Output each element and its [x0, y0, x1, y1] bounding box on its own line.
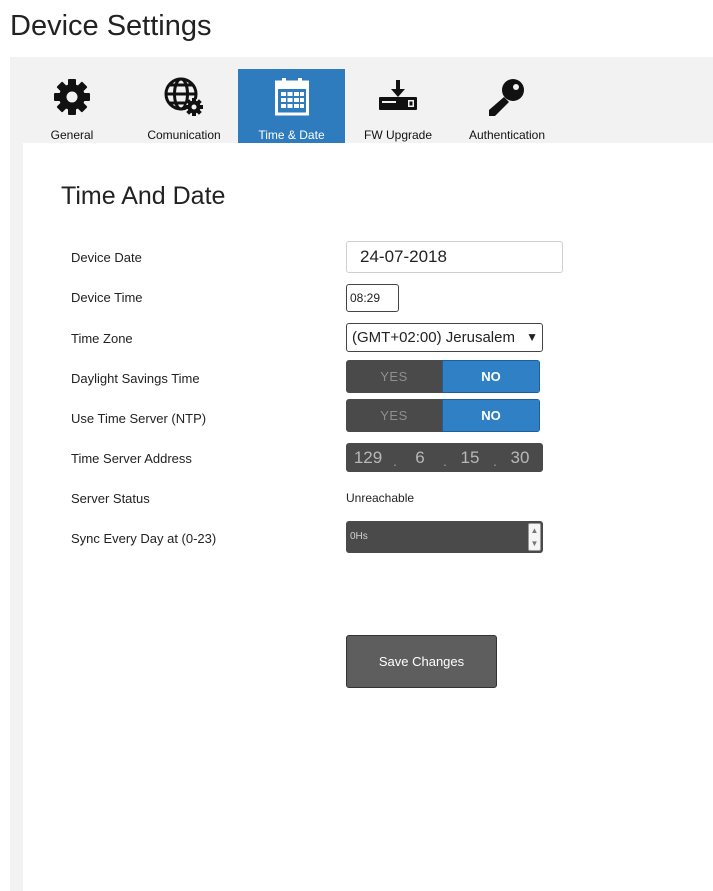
ip-octet[interactable]: 30 [500, 448, 540, 468]
settings-panel: General Comunication Time & Date FW Upgr… [10, 57, 713, 891]
dst-toggle[interactable]: YES NO [346, 360, 540, 393]
time-zone-select[interactable]: (GMT+02:00) Jerusalem ▼ [346, 323, 543, 352]
page-title: Device Settings [10, 10, 212, 42]
time-date-form: Time And Date Device Date Device Time Ti… [23, 143, 713, 891]
tab-label: Comunication [147, 128, 221, 142]
calendar-icon [270, 75, 314, 119]
globe-gear-icon [162, 75, 206, 119]
time-zone-value: (GMT+02:00) Jerusalem [352, 329, 515, 346]
server-status-label: Server Status [71, 491, 150, 506]
key-icon [485, 75, 529, 119]
device-time-input[interactable] [346, 284, 399, 312]
ntp-yes-option[interactable]: YES [346, 399, 442, 432]
tab-label: FW Upgrade [363, 128, 433, 142]
dst-yes-option[interactable]: YES [346, 360, 442, 393]
tab-time-date[interactable]: Time & Date [238, 69, 345, 143]
sync-hour-stepper[interactable]: 0Hs ▲ ▼ [346, 521, 543, 553]
save-changes-button[interactable]: Save Changes [346, 635, 497, 688]
ip-octet[interactable]: 6 [400, 448, 440, 468]
server-address-input[interactable]: 129 . 6 . 15 . 30 [346, 443, 543, 472]
ip-separator: . [493, 452, 497, 469]
tab-fw-upgrade[interactable]: FW Upgrade [352, 69, 444, 143]
tab-label: Authentication [468, 128, 546, 142]
tab-label: Time & Date [258, 128, 325, 142]
sync-hour-value: 0Hs [350, 531, 368, 542]
dst-label: Daylight Savings Time [71, 371, 200, 386]
tab-label: General [50, 128, 94, 142]
device-time-label: Device Time [71, 290, 143, 305]
sync-hour-label: Sync Every Day at (0-23) [71, 531, 217, 546]
stepper-control[interactable]: ▲ ▼ [528, 523, 541, 551]
ntp-no-option[interactable]: NO [442, 399, 540, 432]
tab-general[interactable]: General [39, 69, 105, 143]
server-status-value: Unreachable [346, 491, 415, 505]
server-address-label: Time Server Address [71, 451, 192, 466]
ntp-toggle[interactable]: YES NO [346, 399, 540, 432]
tab-communication[interactable]: Comunication [138, 69, 230, 143]
ip-octet[interactable]: 15 [450, 448, 490, 468]
gear-icon [50, 75, 94, 119]
tab-authentication[interactable]: Authentication [457, 69, 557, 143]
tab-bar: General Comunication Time & Date FW Upgr… [10, 57, 713, 143]
download-device-icon [376, 75, 420, 119]
ip-separator: . [443, 452, 447, 469]
ntp-label: Use Time Server (NTP) [71, 411, 207, 426]
dropdown-arrow-icon: ▼ [523, 324, 538, 351]
dst-no-option[interactable]: NO [442, 360, 540, 393]
time-zone-label: Time Zone [71, 331, 133, 346]
ip-separator: . [393, 452, 397, 469]
section-title: Time And Date [61, 182, 226, 210]
chevron-up-icon[interactable]: ▲ [531, 524, 539, 537]
chevron-down-icon[interactable]: ▼ [531, 537, 539, 550]
ip-octet[interactable]: 129 [346, 448, 390, 468]
device-date-input[interactable] [346, 241, 563, 273]
device-date-label: Device Date [71, 250, 142, 265]
